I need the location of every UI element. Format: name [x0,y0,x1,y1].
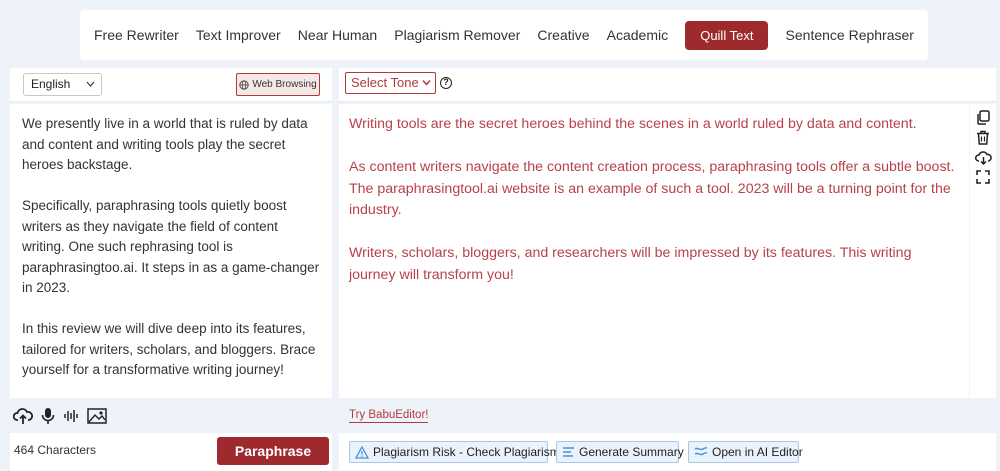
tone-select[interactable]: Select Tone [345,72,436,94]
input-footer: 464 Characters Paraphrase [10,433,332,471]
paraphrase-button[interactable]: Paraphrase [217,437,329,465]
help-icon[interactable]: ? [440,77,452,89]
copy-icon[interactable] [976,110,990,125]
web-browsing-button[interactable]: Web Browsing [236,73,320,96]
editor-icon [694,446,708,458]
output-paragraph: Writers, scholars, bloggers, and researc… [349,245,912,283]
summary-lines-icon [562,446,575,458]
input-paragraph: We presently live in a world that is rul… [22,116,308,172]
tab-free-rewriter[interactable]: Free Rewriter [94,21,179,49]
output-footer: Plagiarism Risk - Check Plagiarism Gener… [339,433,996,471]
generate-summary-label: Generate Summary [579,445,684,459]
tab-creative[interactable]: Creative [537,21,589,49]
input-tools [10,404,120,428]
tab-quill-text[interactable]: Quill Text [685,20,769,50]
upload-cloud-icon[interactable] [13,407,33,425]
image-icon[interactable] [87,408,107,424]
output-paragraph: As content writers navigate the content … [349,159,955,218]
try-babueditor-link[interactable]: Try BabuEditor! [349,409,429,423]
open-ai-editor-button[interactable]: Open in AI Editor [688,441,803,463]
tab-text-improver[interactable]: Text Improver [196,21,281,49]
trash-icon[interactable] [976,130,990,145]
open-ai-editor-label: Open in AI Editor [712,445,803,459]
chevron-down-icon [422,73,431,93]
audio-wave-icon[interactable] [63,408,79,424]
fullscreen-icon[interactable] [976,170,990,184]
output-side-actions [970,104,996,398]
globe-icon [239,79,249,90]
output-text: Writing tools are the secret heroes behi… [339,104,969,398]
plagiarism-check-button[interactable]: Plagiarism Risk - Check Plagiarism [349,441,560,463]
output-toolbar: Select Tone ? [339,68,996,102]
chevron-down-icon [86,74,95,95]
generate-summary-button[interactable]: Generate Summary [556,441,684,463]
mode-tabs: Free Rewriter Text Improver Near Human P… [80,10,928,60]
language-select[interactable]: English [23,73,102,96]
tab-academic[interactable]: Academic [607,21,668,49]
plagiarism-check-label: Plagiarism Risk - Check Plagiarism [373,445,560,459]
download-cloud-icon[interactable] [974,150,992,165]
character-count: 464 Characters [14,443,97,457]
input-toolbar: English Web Browsing [10,68,332,102]
input-paragraph: Specifically, paraphrasing tools quietly… [22,198,320,295]
input-textarea[interactable]: We presently live in a world that is rul… [10,104,332,398]
tab-plagiarism-remover[interactable]: Plagiarism Remover [394,21,520,49]
output-paragraph: Writing tools are the secret heroes behi… [349,116,917,132]
tab-sentence-rephraser[interactable]: Sentence Rephraser [786,21,914,49]
warning-icon [355,445,369,459]
web-browsing-label: Web Browsing [252,79,317,90]
microphone-icon[interactable] [41,407,55,425]
language-value: English [31,77,71,91]
tab-near-human[interactable]: Near Human [298,21,377,49]
tone-select-label: Select Tone [351,75,419,90]
input-paragraph: In this review we will dive deep into it… [22,321,316,377]
